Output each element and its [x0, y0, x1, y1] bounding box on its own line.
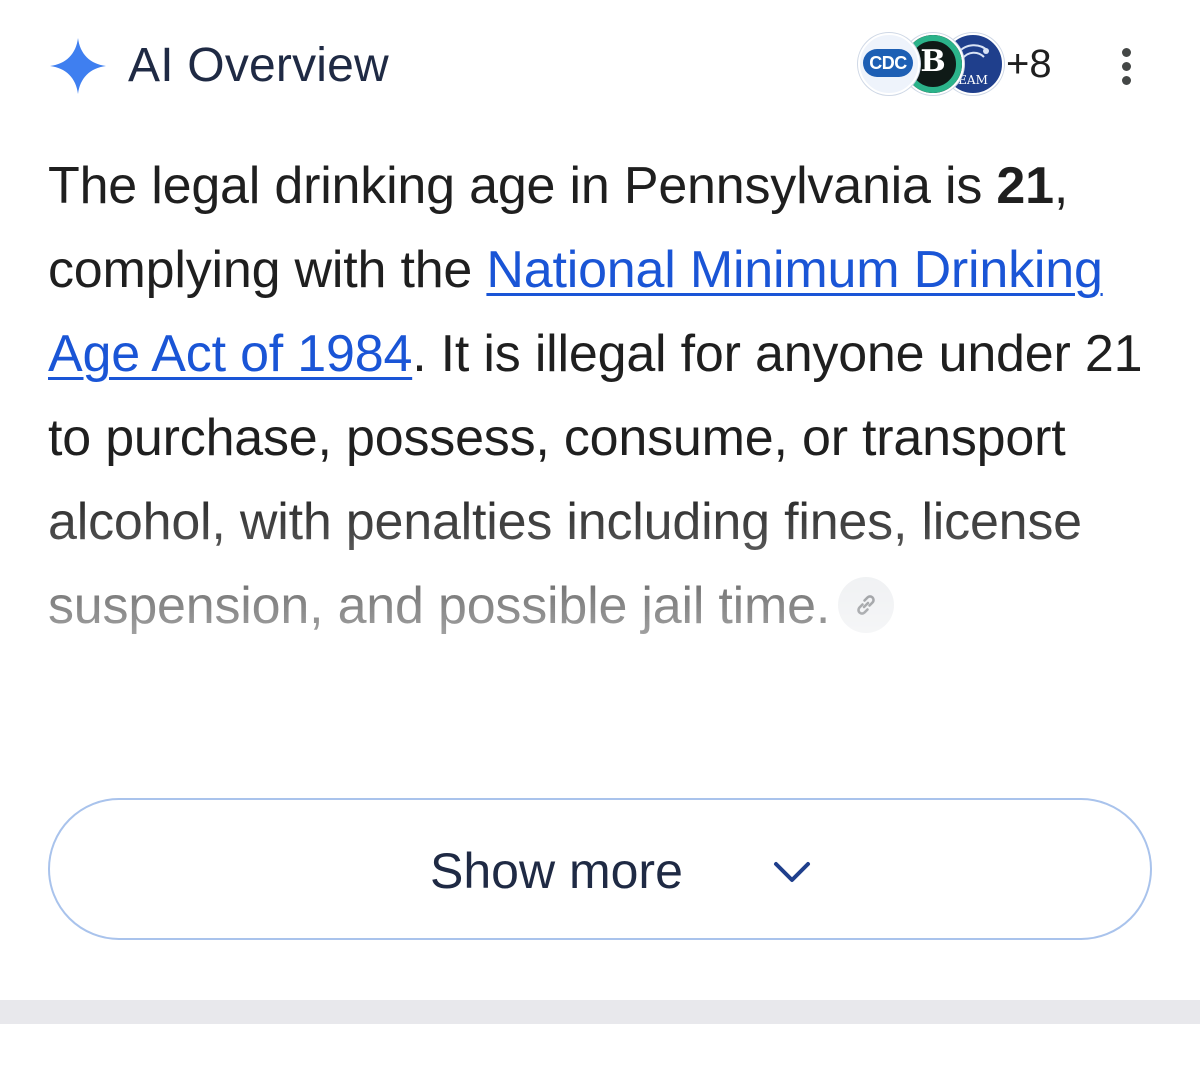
source-avatars[interactable]: CDC B EAM [858, 33, 1004, 95]
show-more-label: Show more [430, 843, 683, 899]
citation-button[interactable] [838, 577, 895, 634]
source-avatar-cdc[interactable]: CDC [858, 33, 920, 95]
more-sources-count[interactable]: +8 [1006, 40, 1052, 88]
ai-overview-header: AI Overview CDC B EAM +8 [0, 0, 1200, 130]
section-divider [0, 1000, 1200, 1024]
sparkle-icon [50, 38, 106, 94]
ai-overview-answer: The legal drinking age in Pennsylvania i… [48, 144, 1168, 734]
source-avatar-label: CDC [863, 49, 913, 77]
more-vert-icon[interactable] [1112, 44, 1142, 88]
ai-overview-title: AI Overview [128, 39, 389, 92]
answer-text: The legal drinking age in Pennsylvania i… [48, 157, 997, 215]
link-icon [857, 595, 875, 616]
chevron-down-icon [774, 862, 810, 882]
show-more-button[interactable]: Show more [48, 798, 1152, 940]
answer-bold-age: 21 [996, 157, 1054, 215]
